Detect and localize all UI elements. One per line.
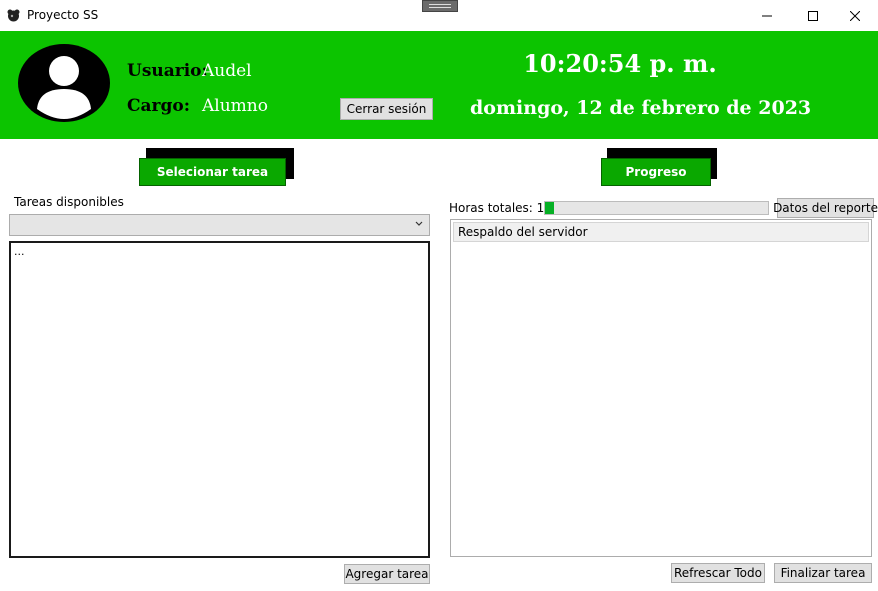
user-label: Usuario: <box>127 61 208 81</box>
finish-task-button[interactable]: Finalizar tarea <box>774 563 872 583</box>
minimize-icon <box>762 15 772 16</box>
clock-time: 10:20:54 p. m. <box>523 49 717 78</box>
tasks-listbox[interactable]: Respaldo del servidor <box>450 219 872 557</box>
hours-progress-bar <box>544 201 769 215</box>
select-task-button[interactable]: Selecionar tarea <box>139 148 294 188</box>
header-band: Usuario: Audel Cargo: Alumno Cerrar sesi… <box>0 31 878 139</box>
total-hours-label: Horas totales: 19 <box>449 201 552 215</box>
window-title: Proyecto SS <box>27 8 99 22</box>
app-window: Proyecto SS Usuario: Audel Cargo: Alumno… <box>0 0 878 591</box>
progress-button-label: Progreso <box>601 158 711 186</box>
minimize-button[interactable] <box>744 0 790 31</box>
refresh-all-button[interactable]: Refrescar Todo <box>671 563 765 583</box>
drag-grip-handle[interactable] <box>422 0 458 12</box>
close-icon <box>850 10 860 21</box>
logout-button[interactable]: Cerrar sesión <box>340 98 433 120</box>
tasks-combobox[interactable] <box>9 214 430 236</box>
role-value: Alumno <box>202 96 268 116</box>
available-tasks-label: Tareas disponibles <box>14 195 124 209</box>
chevron-down-icon <box>415 221 423 226</box>
user-value: Audel <box>202 61 252 81</box>
report-data-button[interactable]: Datos del reporte <box>773 198 878 218</box>
maximize-button[interactable] <box>790 0 836 31</box>
role-label: Cargo: <box>127 96 191 116</box>
hours-progress-fill <box>545 202 554 214</box>
maximize-icon <box>808 10 818 21</box>
close-button[interactable] <box>832 0 878 31</box>
task-description-textbox[interactable]: ... <box>9 241 430 558</box>
title-bar: Proyecto SS <box>0 0 878 31</box>
progress-button[interactable]: Progreso <box>601 148 717 188</box>
add-task-button[interactable]: Agregar tarea <box>344 564 430 584</box>
list-item[interactable]: Respaldo del servidor <box>453 222 869 242</box>
app-logo-icon <box>7 9 20 22</box>
current-date: domingo, 12 de febrero de 2023 <box>470 97 812 119</box>
user-avatar-icon <box>18 44 110 122</box>
select-task-label: Selecionar tarea <box>139 158 286 186</box>
